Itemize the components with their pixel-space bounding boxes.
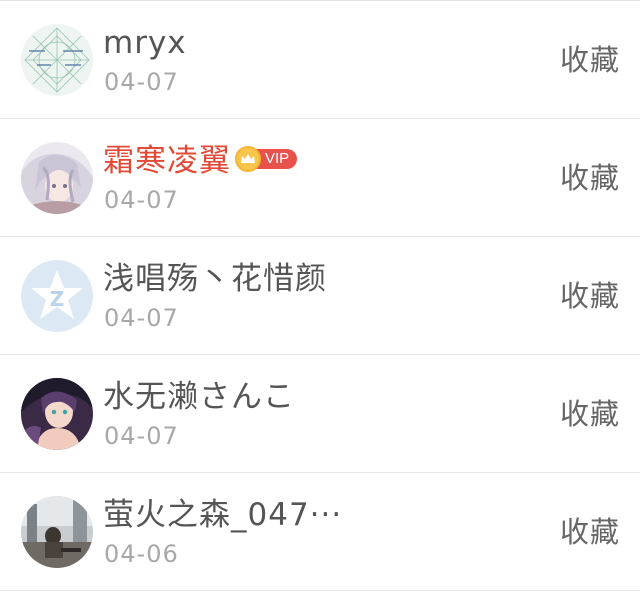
user-name: 水无濑さんこ bbox=[103, 379, 295, 415]
timestamp: 04-07 bbox=[104, 186, 179, 214]
user-name-row: 霜寒凌翼 VIP bbox=[103, 141, 298, 181]
user-name: 霜寒凌翼 bbox=[103, 143, 231, 179]
timestamp: 04-07 bbox=[104, 422, 179, 450]
avatar[interactable] bbox=[21, 142, 93, 214]
timestamp: 04-06 bbox=[104, 540, 179, 568]
timestamp: 04-07 bbox=[104, 68, 179, 96]
svg-text:Z: Z bbox=[50, 287, 65, 311]
timestamp: 04-07 bbox=[104, 304, 179, 332]
list-item[interactable]: 萤火之森_047··· 04-06 收藏 bbox=[0, 473, 640, 591]
favorite-button[interactable]: 收藏 bbox=[560, 277, 620, 315]
list-item[interactable]: mryx 04-07 收藏 bbox=[0, 1, 640, 119]
vip-badge: VIP bbox=[235, 145, 298, 172]
avatar[interactable] bbox=[21, 24, 93, 96]
avatar[interactable]: Z bbox=[21, 260, 93, 332]
list-item[interactable]: Z 浅唱殇丶花惜颜 04-07 收藏 bbox=[0, 237, 640, 355]
user-name: 萤火之森_047··· bbox=[103, 497, 343, 533]
user-name: mryx bbox=[103, 25, 187, 61]
favorite-button[interactable]: 收藏 bbox=[560, 41, 620, 79]
crown-icon bbox=[235, 145, 261, 172]
favorite-button[interactable]: 收藏 bbox=[560, 395, 620, 433]
favorite-button[interactable]: 收藏 bbox=[560, 159, 620, 197]
favorite-button[interactable]: 收藏 bbox=[560, 513, 620, 551]
list-item[interactable]: 霜寒凌翼 VIP 04-07 收藏 bbox=[0, 119, 640, 237]
user-name: 浅唱殇丶花惜颜 bbox=[103, 261, 327, 297]
avatar[interactable] bbox=[21, 378, 93, 450]
list-item[interactable]: 水无濑さんこ 04-07 收藏 bbox=[0, 355, 640, 473]
avatar[interactable] bbox=[21, 496, 93, 568]
favorites-list: mryx 04-07 收藏 霜寒凌翼 VIP 04-07 收藏 Z 浅唱殇丶花惜… bbox=[0, 0, 640, 601]
